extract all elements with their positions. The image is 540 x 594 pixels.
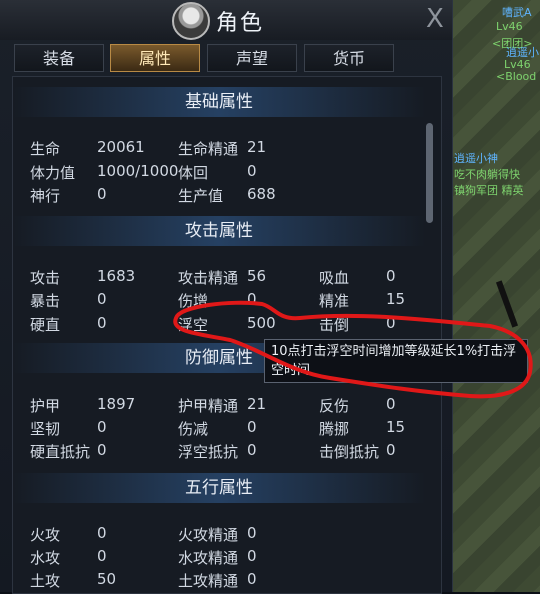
stat-value: 0 xyxy=(247,290,257,308)
game-world-background: 嘈武A Lv46 <团团> 逍遥小 Lv46 <Blood 逍遥小神 吃不肉躺得… xyxy=(452,0,540,592)
stat-value: 0 xyxy=(97,418,107,436)
world-pole xyxy=(495,280,519,328)
stat-value: 15 xyxy=(386,418,406,436)
stat-label: 护甲精通 xyxy=(178,397,239,415)
stat-label: 水攻精通 xyxy=(178,549,239,567)
stat-value: 0 xyxy=(247,570,257,588)
stat-label: 吸血 xyxy=(319,269,350,287)
stat-value: 56 xyxy=(247,267,267,285)
stat-value: 0 xyxy=(97,524,107,542)
character-panel: 角色 X 装备 属性 声望 货币 基础属性 生命 20061 生命精通 21 体… xyxy=(0,0,453,594)
stat-value: 500 xyxy=(247,314,276,332)
stat-label: 坚韧 xyxy=(30,420,61,438)
title-bar: 角色 X xyxy=(0,0,452,40)
stat-label: 水攻 xyxy=(30,549,61,567)
stat-label: 伤减 xyxy=(178,420,209,438)
stat-label: 火攻 xyxy=(30,526,61,544)
stat-value: 0 xyxy=(247,418,257,436)
stat-label: 攻击精通 xyxy=(178,269,239,287)
stat-label: 生命 xyxy=(30,140,61,158)
stat-value: 1683 xyxy=(97,267,136,285)
world-label: 逍遥小神 xyxy=(454,152,498,165)
stat-value: 0 xyxy=(97,547,107,565)
stat-label: 击倒抵抗 xyxy=(319,443,380,461)
stat-label: 火攻精通 xyxy=(178,526,239,544)
stat-value: 0 xyxy=(97,441,107,459)
stat-value: 20061 xyxy=(97,138,145,156)
close-button[interactable]: X xyxy=(426,6,444,32)
tab-reputation[interactable]: 声望 xyxy=(207,44,297,72)
world-label: <Blood xyxy=(496,70,537,83)
stat-value: 21 xyxy=(247,395,267,413)
section-title-basic: 基础属性 xyxy=(13,87,425,117)
stat-label: 神行 xyxy=(30,187,61,205)
section-title-elements: 五行属性 xyxy=(13,473,425,503)
stat-label: 暴击 xyxy=(30,292,61,310)
stat-label: 生产值 xyxy=(178,187,224,205)
stat-value: 0 xyxy=(247,524,257,542)
tab-attributes[interactable]: 属性 xyxy=(110,44,200,72)
world-label: Lv46 xyxy=(496,20,523,33)
stat-value: 0 xyxy=(386,314,396,332)
world-label: 嘈武A xyxy=(502,6,532,19)
stat-value: 0 xyxy=(247,547,257,565)
stat-value: 688 xyxy=(247,185,276,203)
stat-label: 土攻 xyxy=(30,572,61,590)
stat-label: 腾挪 xyxy=(319,420,350,438)
stat-value: 50 xyxy=(97,570,117,588)
world-label: 吃不肉躺得快 xyxy=(454,168,520,181)
tooltip-line: 空时间 xyxy=(271,363,311,378)
window-title: 角色 xyxy=(216,11,265,36)
stat-label: 反伤 xyxy=(319,397,350,415)
stat-label: 体力值 xyxy=(30,164,76,182)
stat-label: 护甲 xyxy=(30,397,61,415)
tab-equipment[interactable]: 装备 xyxy=(14,44,104,72)
stat-label: 浮空抵抗 xyxy=(178,443,239,461)
stat-value: 0 xyxy=(386,267,396,285)
stat-value: 0 xyxy=(247,441,257,459)
stat-label: 土攻精通 xyxy=(178,572,239,590)
stat-label[interactable]: 浮空 xyxy=(178,314,208,335)
section-title-attack: 攻击属性 xyxy=(13,216,425,246)
stat-label: 攻击 xyxy=(30,269,61,287)
world-label: 镇狗军团 精英 xyxy=(454,184,524,197)
stat-value: 21 xyxy=(247,138,267,156)
stat-label: 击倒 xyxy=(319,316,350,334)
character-avatar-icon xyxy=(172,2,210,40)
stat-label: 硬直抵抗 xyxy=(30,443,91,461)
tab-currency[interactable]: 货币 xyxy=(304,44,394,72)
stat-label: 硬直 xyxy=(30,316,61,334)
stat-label: 精准 xyxy=(319,292,350,310)
attributes-content: 基础属性 生命 20061 生命精通 21 体力值 1000/1000 体回 0… xyxy=(12,76,442,594)
stat-value: 15 xyxy=(386,290,406,308)
float-stat-tooltip: 10点打击浮空时间增加等级延长1%打击浮 空时间 xyxy=(264,339,528,383)
stat-value: 0 xyxy=(97,314,107,332)
stat-label: 伤增 xyxy=(178,292,209,310)
stat-value: 0 xyxy=(97,290,107,308)
stat-value: 0 xyxy=(386,395,396,413)
stat-value: 1000/1000 xyxy=(97,162,179,180)
tooltip-line: 10点打击浮空时间增加等级延长1%打击浮 xyxy=(271,344,517,359)
stat-value: 0 xyxy=(386,441,396,459)
stat-value: 0 xyxy=(97,185,107,203)
stat-value: 1897 xyxy=(97,395,136,413)
stat-label: 体回 xyxy=(178,164,209,182)
stat-value: 0 xyxy=(247,162,257,180)
scrollbar-thumb[interactable] xyxy=(426,123,433,223)
stat-label: 生命精通 xyxy=(178,140,239,158)
